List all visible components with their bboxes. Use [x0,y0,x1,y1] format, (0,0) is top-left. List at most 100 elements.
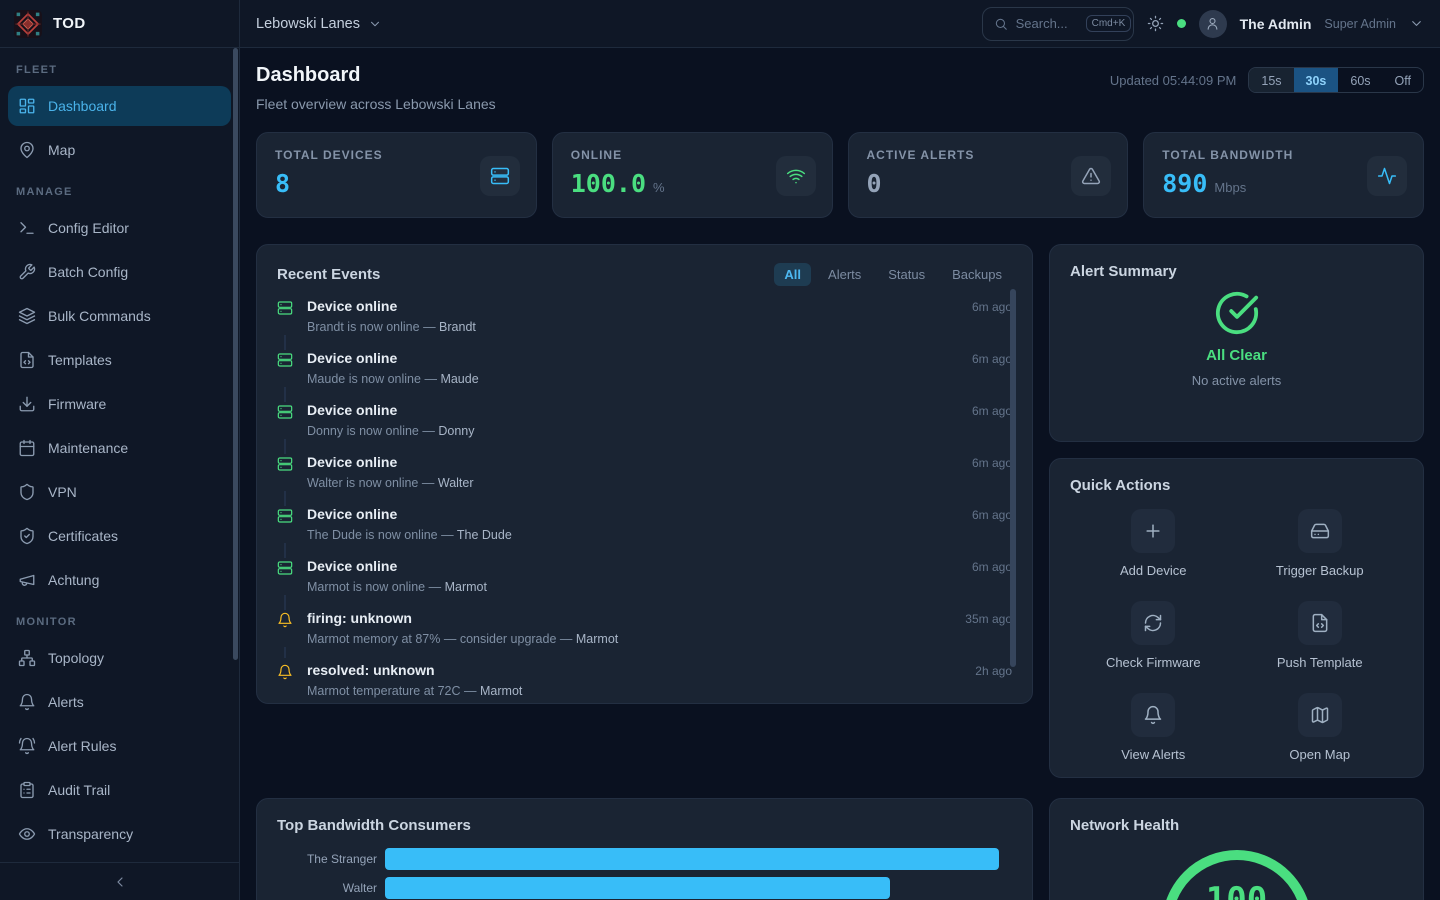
map-icon [1298,693,1342,737]
event-row[interactable]: Device online The Dude is now online — T… [277,506,1012,543]
event-detail: Maude is now online — Maude [307,372,958,387]
server-icon [277,350,293,387]
clipboard-list-icon [18,781,36,799]
event-detail: Marmot memory at 87% — consider upgrade … [307,632,951,647]
event-row[interactable]: Device online Donny is now online — Donn… [277,402,1012,439]
sidebar-item-firmware[interactable]: Firmware [8,384,231,424]
sidebar-item-certificates[interactable]: Certificates [8,516,231,556]
event-row[interactable]: Device online Maude is now online — Maud… [277,350,1012,387]
sidebar-item-templates[interactable]: Templates [8,340,231,380]
eye-icon [18,825,36,843]
sidebar-collapse-button[interactable] [0,862,239,900]
quick-action-label: Check Firmware [1106,655,1201,670]
sidebar-item-vpn[interactable]: VPN [8,472,231,512]
calendar-icon [18,439,36,457]
event-row[interactable]: Device online Brandt is now online — Bra… [277,298,1012,335]
event-time: 2h ago [975,662,1012,699]
search-shortcut-badge: Cmd+K [1086,15,1132,32]
event-time: 6m ago [972,454,1012,491]
event-row[interactable]: Device online Walter is now online — Wal… [277,454,1012,491]
sidebar-item-label: Dashboard [48,98,117,114]
sidebar-item-alerts[interactable]: Alerts [8,682,231,722]
event-row[interactable]: firing: unknown Marmot memory at 87% — c… [277,610,1012,647]
interval-30s-button[interactable]: 30s [1294,68,1339,92]
event-time: 6m ago [972,506,1012,543]
interval-60s-button[interactable]: 60s [1338,68,1382,92]
tab-all[interactable]: All [774,263,811,286]
org-switcher[interactable]: Lebowski Lanes [256,16,382,32]
sidebar-item-map[interactable]: Map [8,130,231,170]
event-detail: Brandt is now online — Brandt [307,320,958,335]
bell-icon [1131,693,1175,737]
search-input-wrap[interactable]: Cmd+K [982,7,1134,41]
terminal-icon [18,219,36,237]
app-logo-icon [14,10,42,38]
sidebar-item-batch-config[interactable]: Batch Config [8,252,231,292]
sidebar-section-manage: MANAGE [8,186,231,198]
server-icon [277,506,293,543]
shield-check-icon [18,527,36,545]
refresh-interval-group: 15s 30s 60s Off [1248,67,1424,93]
tab-status[interactable]: Status [878,263,935,286]
tab-alerts[interactable]: Alerts [818,263,871,286]
quick-action-label: View Alerts [1121,747,1185,762]
interval-off-button[interactable]: Off [1383,68,1423,92]
alert-triangle-icon [1071,156,1111,196]
stat-suffix: Mbps [1214,180,1246,195]
megaphone-icon [18,571,36,589]
brand: TOD [0,0,240,48]
sidebar-item-config-editor[interactable]: Config Editor [8,208,231,248]
quick-action-label: Push Template [1277,655,1363,670]
network-health-title: Network Health [1070,817,1403,834]
sidebar-item-label: VPN [48,484,77,500]
view-alerts-button[interactable]: View Alerts [1070,693,1237,762]
event-detail: Donny is now online — Donny [307,424,958,439]
server-icon [277,558,293,595]
sidebar-item-achtung[interactable]: Achtung [8,560,231,600]
sidebar-item-maintenance[interactable]: Maintenance [8,428,231,468]
check-firmware-button[interactable]: Check Firmware [1070,601,1237,670]
sidebar-item-audit-trail[interactable]: Audit Trail [8,770,231,810]
main-content: Dashboard Fleet overview across Lebowski… [240,48,1440,900]
event-row[interactable]: resolved: unknown Marmot temperature at … [277,662,1012,699]
avatar[interactable] [1199,10,1227,38]
sidebar-section-monitor: MONITOR [8,616,231,628]
sidebar-item-label: Config Editor [48,220,129,236]
search-input[interactable] [1016,16,1078,31]
sidebar-item-label: Topology [48,650,104,666]
sidebar-item-dashboard[interactable]: Dashboard [8,86,231,126]
stat-value: 100.0 [571,169,646,198]
sidebar-item-topology[interactable]: Topology [8,638,231,678]
hard-drive-icon [1298,509,1342,553]
sidebar-item-label: Alerts [48,694,84,710]
alert-summary-status: All Clear [1206,347,1267,364]
org-name: Lebowski Lanes [256,16,360,32]
trigger-backup-button[interactable]: Trigger Backup [1237,509,1404,578]
event-detail: Marmot is now online — Marmot [307,580,958,595]
add-device-button[interactable]: Add Device [1070,509,1237,578]
event-title: Device online [307,506,958,523]
tab-backups[interactable]: Backups [942,263,1012,286]
event-row[interactable]: Device online Marmot is now online — Mar… [277,558,1012,595]
sidebar: FLEET Dashboard Map MANAGE Config Editor… [0,48,240,900]
app-name: TOD [53,15,86,32]
interval-15s-button[interactable]: 15s [1249,68,1293,92]
refresh-icon [1131,601,1175,645]
map-pin-icon [18,141,36,159]
server-icon [277,454,293,491]
user-menu-chevron-icon[interactable] [1409,16,1424,31]
sidebar-item-label: Bulk Commands [48,308,151,324]
sidebar-item-transparency[interactable]: Transparency [8,814,231,854]
sidebar-scrollbar[interactable] [233,48,238,660]
bell-icon [277,662,293,699]
sidebar-item-bulk-commands[interactable]: Bulk Commands [8,296,231,336]
network-health-panel: Network Health 100 [1049,798,1424,900]
open-map-button[interactable]: Open Map [1237,693,1404,762]
alert-summary-panel: Alert Summary All Clear No active alerts [1049,244,1424,442]
theme-toggle-button[interactable] [1147,15,1164,32]
event-title: Device online [307,350,958,367]
push-template-button[interactable]: Push Template [1237,601,1404,670]
events-scrollbar[interactable] [1010,289,1016,667]
event-detail: Marmot temperature at 72C — Marmot [307,684,961,699]
sidebar-item-alert-rules[interactable]: Alert Rules [8,726,231,766]
